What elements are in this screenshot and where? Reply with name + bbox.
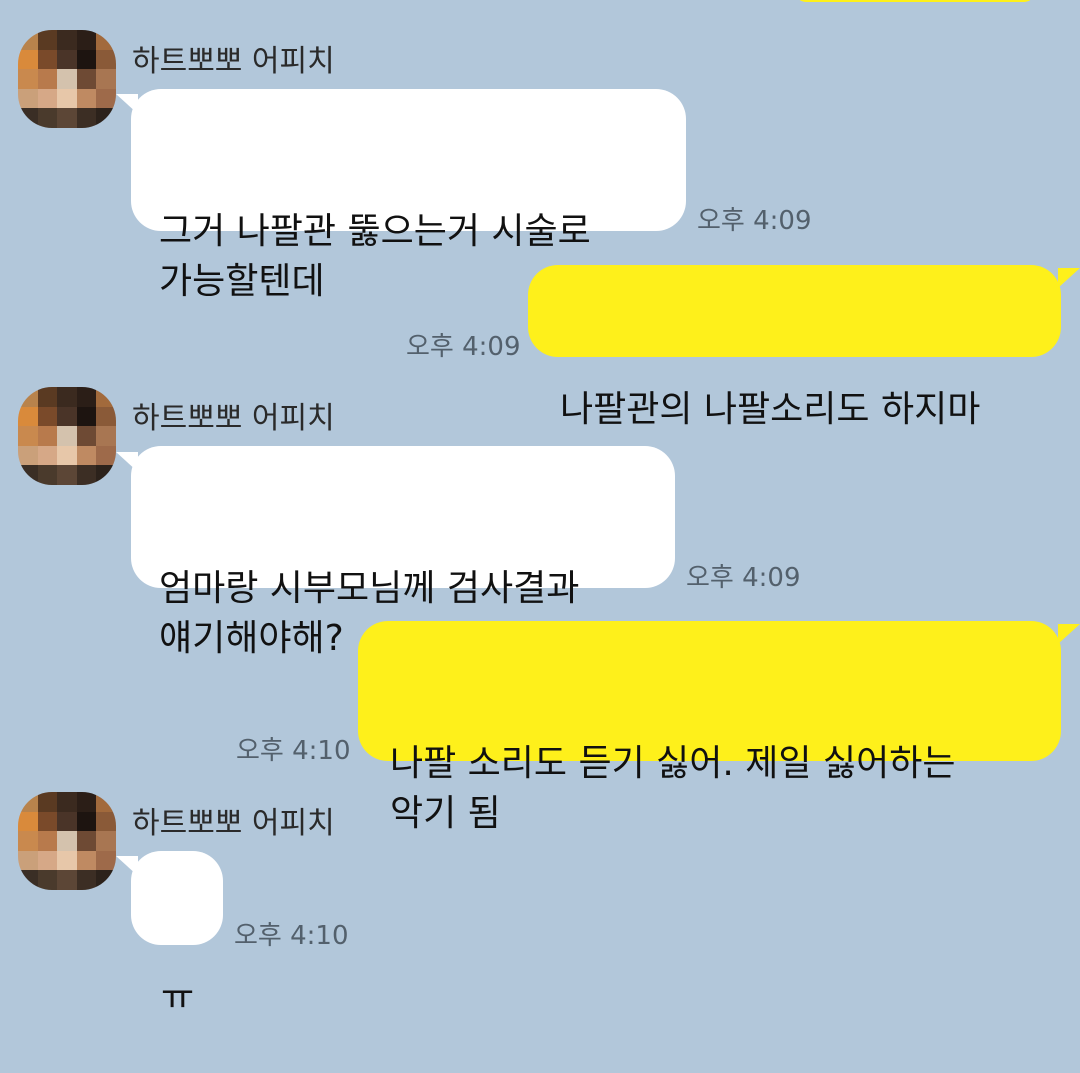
avatar[interactable] [18, 792, 116, 890]
message-bubble-outgoing[interactable]: 나팔 소리도 듣기 싫어. 제일 싫어하는 악기 됨 [358, 621, 1061, 834]
message-timestamp: 오후 4:09 [697, 206, 812, 236]
message-timestamp: 오후 4:09 [686, 563, 801, 593]
bubble-tail [1058, 268, 1080, 288]
avatar[interactable] [18, 30, 116, 128]
message-text: 나팔 소리도 듣기 싫어. 제일 싫어하는 악기 됨 [390, 743, 956, 834]
message-bubble-outgoing[interactable]: 나팔관의 나팔소리도 하지마 [528, 265, 1061, 430]
sender-name: 하트뽀뽀 어피치 [132, 401, 335, 436]
sender-name: 하트뽀뽀 어피치 [132, 44, 335, 79]
message-bubble-incoming[interactable]: 엄마랑 시부모님께 검사결과 얘기해야해? [131, 446, 675, 659]
message-timestamp: 오후 4:10 [236, 736, 351, 766]
avatar[interactable] [18, 387, 116, 485]
previous-message-bubble-edge [795, 0, 1035, 2]
bubble-tail [1058, 624, 1080, 644]
message-text: ㅠ [161, 977, 195, 1018]
sender-name: 하트뽀뽀 어피치 [132, 806, 335, 841]
message-bubble-incoming[interactable]: 그거 나팔관 뚫으는거 시술로 가능할텐데 [131, 89, 686, 302]
message-text: 나팔관의 나팔소리도 하지마 [560, 389, 981, 430]
message-timestamp: 오후 4:09 [406, 332, 521, 362]
message-bubble-incoming[interactable]: ㅠ [131, 851, 223, 1018]
message-timestamp: 오후 4:10 [234, 921, 349, 951]
